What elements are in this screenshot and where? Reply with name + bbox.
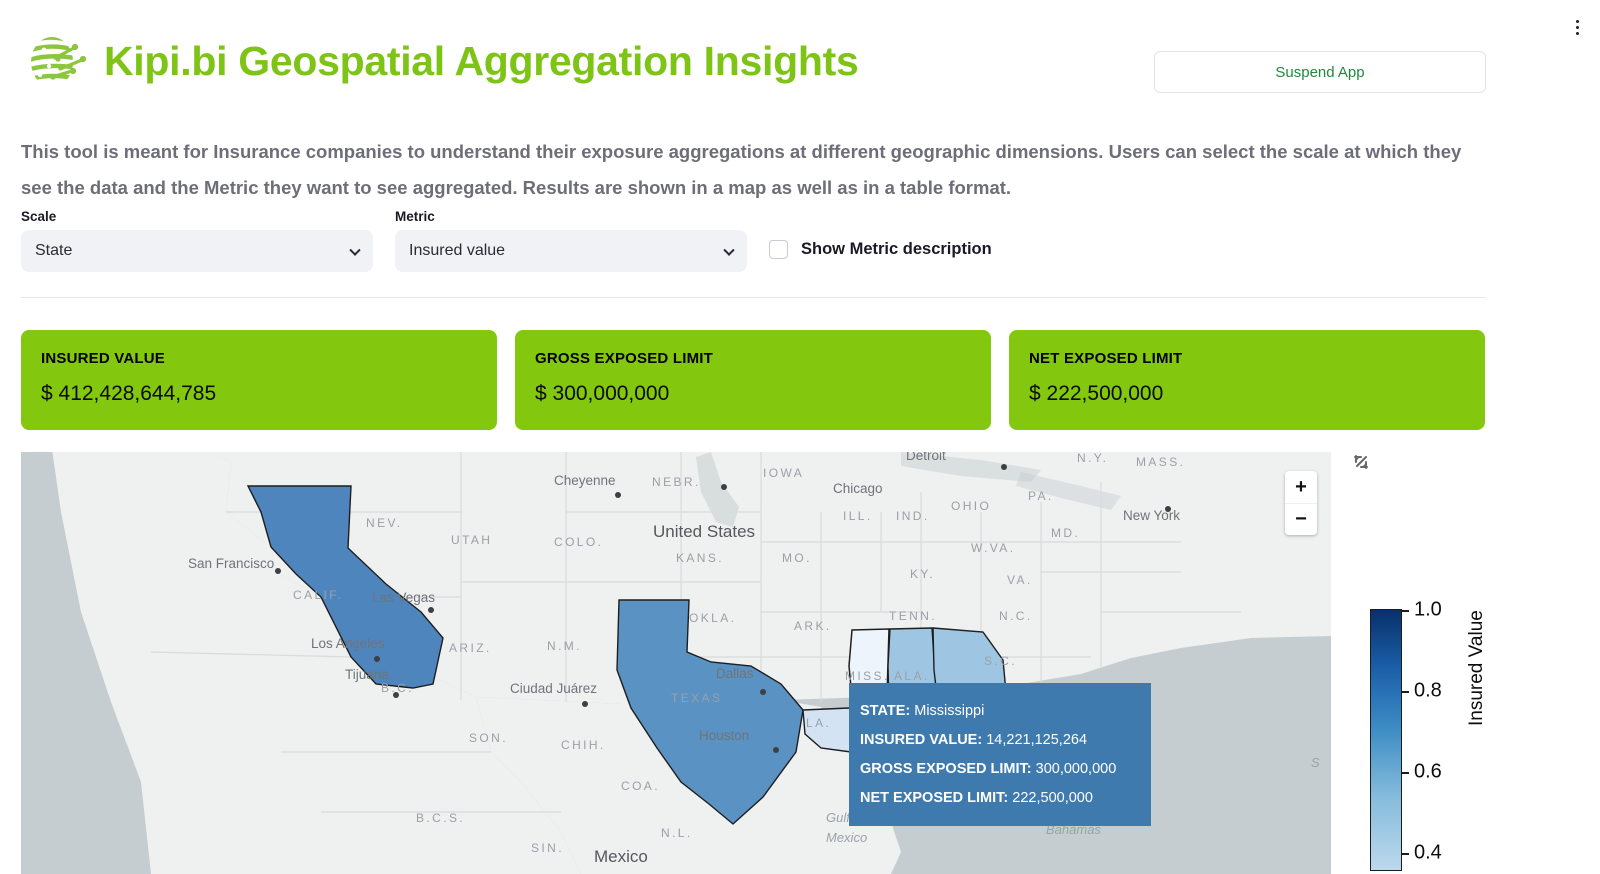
tooltip-value: 300,000,000 [1035, 761, 1117, 777]
tooltip-row: STATE: Mississippi [860, 697, 1140, 726]
colorbar-tick-label: 1.0 [1414, 598, 1442, 621]
section-divider [21, 297, 1486, 298]
zoom-out-button[interactable]: − [1285, 502, 1317, 536]
show-metric-description-checkbox[interactable]: Show Metric description [769, 230, 992, 272]
green-globe-logo-icon [22, 28, 88, 94]
tooltip-key: STATE: [860, 703, 911, 719]
tooltip-value: Mississippi [914, 703, 985, 719]
metric-control: Metric Insured value [395, 209, 747, 272]
app-description: This tool is meant for Insurance compani… [21, 141, 1462, 198]
scale-select-value: State [35, 242, 73, 259]
tooltip-value: 222,500,000 [1012, 790, 1093, 806]
colorbar-tick-label: 0.8 [1414, 679, 1442, 702]
controls-bar: Scale State Metric Insured value Show Me… [21, 209, 992, 272]
scale-label: Scale [21, 209, 57, 224]
colorbar-gradient [1370, 609, 1402, 871]
metric-card-net-exposed-limit: NET EXPOSED LIMIT $ 222,500,000 [1009, 330, 1485, 430]
metric-card-title: INSURED VALUE [41, 350, 165, 367]
chevron-down-icon [723, 244, 735, 256]
kebab-menu-icon[interactable] [1564, 10, 1590, 44]
metric-select[interactable]: Insured value [395, 230, 747, 272]
tooltip-key: GROSS EXPOSED LIMIT: [860, 761, 1032, 777]
metric-card-value: $ 412,428,644,785 [41, 382, 217, 405]
tooltip-key: INSURED VALUE: [860, 732, 983, 748]
colorbar-axis-title: Insured Value [1466, 610, 1487, 726]
map-colorbar-legend: 1.0 0.8 0.6 0.4 Insured Value [1370, 596, 1600, 874]
metric-select-value: Insured value [409, 242, 506, 259]
metric-card-title: NET EXPOSED LIMIT [1029, 350, 1183, 367]
metric-cards: INSURED VALUE $ 412,428,644,785 GROSS EX… [21, 330, 1485, 430]
tooltip-row: INSURED VALUE: 14,221,125,264 [860, 726, 1140, 755]
tooltip-row: GROSS EXPOSED LIMIT: 300,000,000 [860, 755, 1140, 784]
metric-card-insured-value: INSURED VALUE $ 412,428,644,785 [21, 330, 497, 430]
tooltip-value: 14,221,125,264 [986, 732, 1088, 748]
colorbar-tick-label: 0.4 [1414, 841, 1442, 864]
app-root: Suspend App Kipi.bi Geospatial Aggregati… [0, 0, 1600, 874]
chevron-down-icon [349, 244, 361, 256]
suspend-app-button[interactable]: Suspend App [1154, 51, 1486, 93]
fullscreen-expand-icon[interactable] [1350, 451, 1372, 473]
metric-card-title: GROSS EXPOSED LIMIT [535, 350, 713, 367]
map-tooltip: STATE: Mississippi INSURED VALUE: 14,221… [849, 683, 1151, 826]
show-metric-description-label: Show Metric description [801, 240, 992, 258]
map-zoom-controls[interactable]: + − [1285, 471, 1317, 535]
colorbar-tick-label: 0.6 [1414, 760, 1442, 783]
metric-card-value: $ 222,500,000 [1029, 382, 1164, 405]
tooltip-key: NET EXPOSED LIMIT: [860, 790, 1009, 806]
scale-control: Scale State [21, 209, 373, 272]
metric-card-gross-exposed-limit: GROSS EXPOSED LIMIT $ 300,000,000 [515, 330, 991, 430]
zoom-in-button[interactable]: + [1285, 471, 1317, 503]
scale-select[interactable]: State [21, 230, 373, 272]
tooltip-row: NET EXPOSED LIMIT: 222,500,000 [860, 784, 1140, 813]
metric-card-value: $ 300,000,000 [535, 382, 670, 405]
app-header: Kipi.bi Geospatial Aggregation Insights [22, 28, 859, 94]
page-title: Kipi.bi Geospatial Aggregation Insights [104, 37, 859, 84]
metric-label: Metric [395, 209, 435, 224]
checkbox-box[interactable] [769, 240, 788, 259]
